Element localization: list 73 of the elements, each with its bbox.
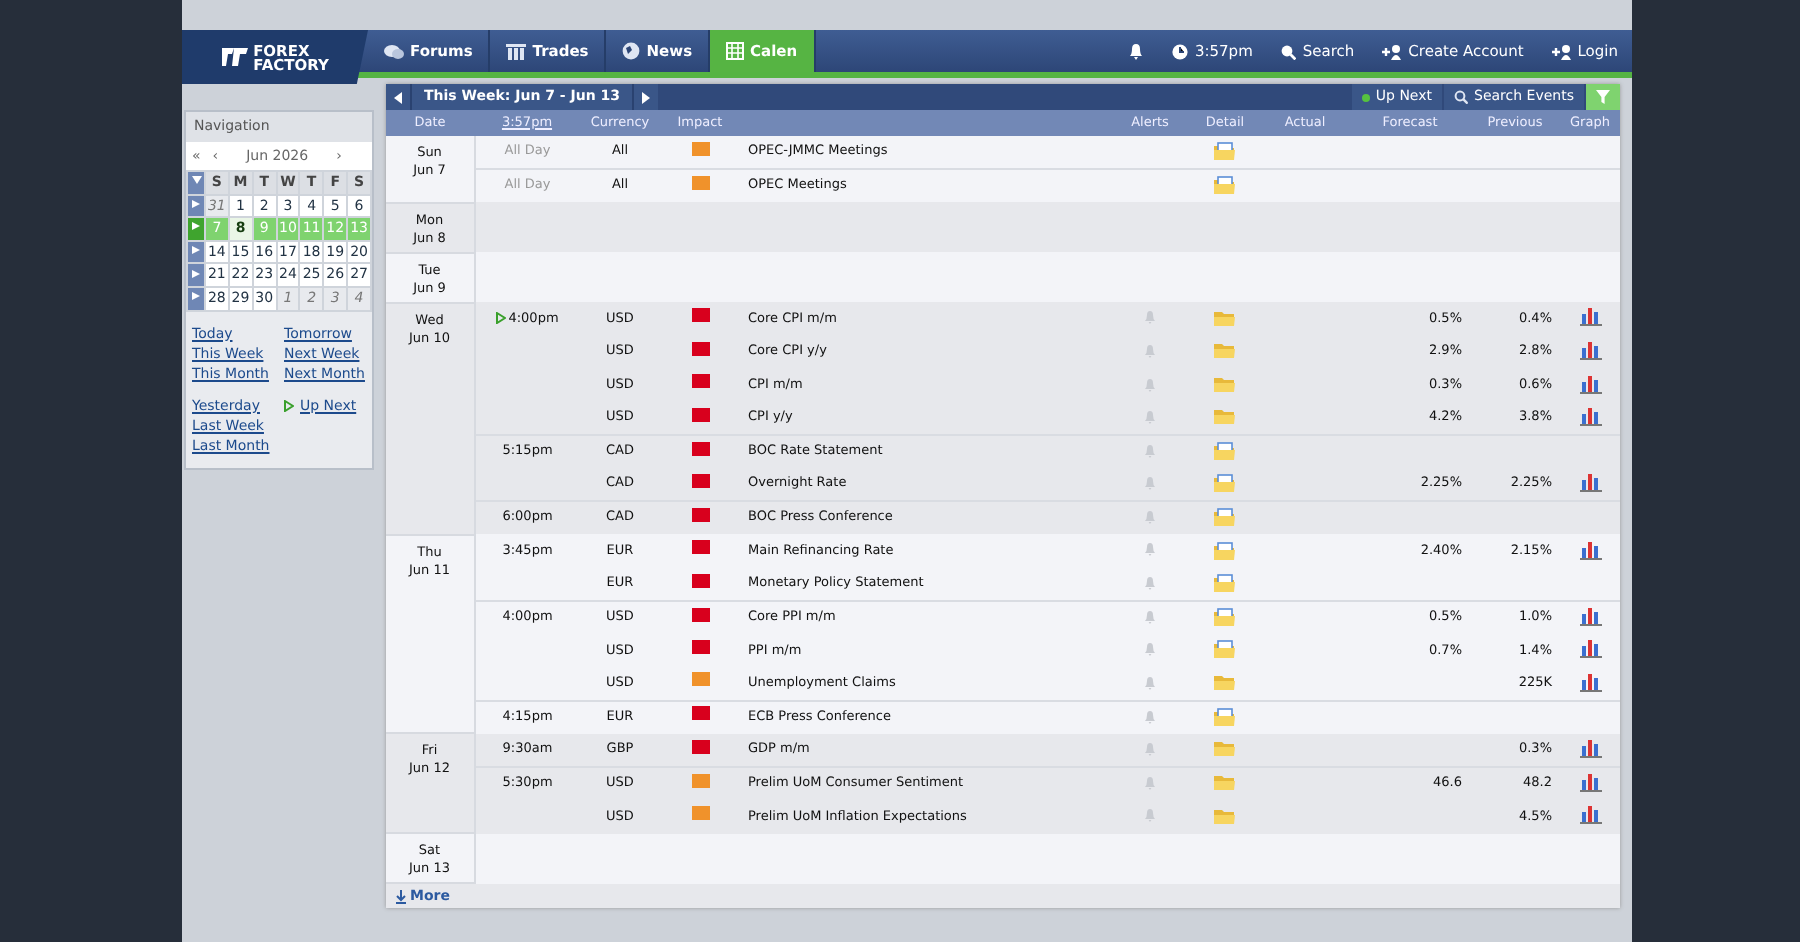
- logo-icon: [221, 46, 248, 68]
- bell-icon[interactable]: [1144, 310, 1156, 325]
- bar-chart-icon[interactable]: [1579, 806, 1601, 825]
- clock-icon: [1172, 43, 1189, 59]
- folder-icon[interactable]: [1214, 376, 1236, 393]
- bar-chart-icon[interactable]: [1579, 474, 1601, 493]
- calendar-icon: [726, 42, 745, 60]
- filter-icon: [1596, 90, 1610, 104]
- folder-note-icon[interactable]: [1214, 707, 1236, 726]
- bell-icon[interactable]: [1144, 575, 1156, 590]
- next-week-button[interactable]: [634, 84, 659, 110]
- bar-chart-icon[interactable]: [1579, 608, 1601, 627]
- bar-chart-icon[interactable]: [1579, 739, 1601, 758]
- download-icon: [396, 889, 406, 904]
- chat-icon: [384, 43, 404, 59]
- folder-icon[interactable]: [1214, 408, 1236, 425]
- bell-icon[interactable]: [1144, 675, 1156, 690]
- folder-note-icon[interactable]: [1214, 640, 1236, 659]
- bell-icon[interactable]: [1144, 642, 1156, 657]
- bell-icon[interactable]: [1144, 808, 1156, 823]
- add-user-icon: [1382, 43, 1403, 59]
- folder-icon[interactable]: [1214, 740, 1236, 757]
- bell-icon[interactable]: [1144, 343, 1156, 358]
- bell-icon[interactable]: [1144, 409, 1156, 424]
- bar-chart-icon[interactable]: [1579, 342, 1601, 361]
- folder-note-icon[interactable]: [1214, 442, 1236, 461]
- bell-icon[interactable]: [1144, 476, 1156, 491]
- bell-icon[interactable]: [1144, 510, 1156, 525]
- week-arrow-icon[interactable]: [192, 292, 200, 301]
- folder-icon[interactable]: [1214, 309, 1236, 326]
- globe-icon: [622, 42, 641, 60]
- collapse-icon[interactable]: [191, 176, 201, 185]
- filter-button[interactable]: [1586, 84, 1620, 110]
- folder-icon[interactable]: [1214, 342, 1236, 359]
- play-icon: [284, 399, 294, 412]
- left-arrow-icon: [394, 91, 402, 103]
- bar-chart-icon[interactable]: [1579, 774, 1601, 793]
- folder-note-icon[interactable]: [1214, 541, 1236, 560]
- bell-icon[interactable]: [1144, 709, 1156, 724]
- right-arrow-icon: [642, 91, 651, 103]
- bell-icon[interactable]: [1144, 443, 1156, 458]
- folder-icon[interactable]: [1214, 807, 1236, 824]
- bar-chart-icon[interactable]: [1579, 640, 1601, 659]
- folder-icon[interactable]: [1214, 774, 1236, 791]
- folder-note-icon[interactable]: [1214, 508, 1236, 527]
- bar-chart-icon[interactable]: [1579, 375, 1601, 394]
- bell-icon: [1128, 42, 1145, 60]
- folder-note-icon[interactable]: [1214, 176, 1236, 195]
- search-icon: [1454, 90, 1469, 104]
- bar-chart-icon: [506, 43, 527, 59]
- week-arrow-icon[interactable]: [192, 245, 200, 254]
- bell-icon[interactable]: [1144, 775, 1156, 790]
- bell-icon[interactable]: [1144, 609, 1156, 624]
- bell-icon[interactable]: [1144, 377, 1156, 392]
- add-user-icon: [1551, 43, 1572, 59]
- bar-chart-icon[interactable]: [1579, 308, 1601, 327]
- previous-week-button[interactable]: [386, 84, 410, 110]
- folder-note-icon[interactable]: [1214, 573, 1236, 592]
- bell-icon[interactable]: [1144, 542, 1156, 557]
- bar-chart-icon[interactable]: [1579, 408, 1601, 426]
- folder-note-icon[interactable]: [1214, 608, 1236, 627]
- folder-icon[interactable]: [1214, 674, 1236, 691]
- dot-icon: [1361, 93, 1370, 101]
- search-icon: [1280, 43, 1297, 59]
- bell-icon[interactable]: [1144, 741, 1156, 756]
- folder-note-icon[interactable]: [1214, 474, 1236, 493]
- week-arrow-icon[interactable]: [192, 222, 200, 231]
- folder-note-icon[interactable]: [1214, 142, 1236, 161]
- up-next-icon: [496, 311, 507, 324]
- bar-chart-icon[interactable]: [1579, 541, 1601, 560]
- week-arrow-icon[interactable]: [192, 269, 200, 278]
- week-arrow-icon[interactable]: [192, 199, 200, 208]
- bar-chart-icon[interactable]: [1579, 673, 1601, 692]
